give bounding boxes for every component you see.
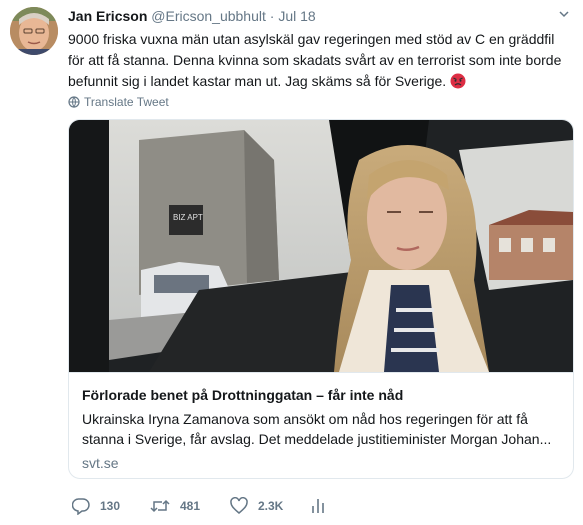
translate-label[interactable]: Translate Tweet <box>84 95 169 109</box>
card-body[interactable]: Förlorade benet på Drottninggatan – får … <box>69 372 573 478</box>
card-description: Ukrainska Iryna Zamanova som ansökt om n… <box>82 411 552 447</box>
globe-icon <box>68 96 80 108</box>
like-count: 2.3K <box>258 499 284 513</box>
link-card[interactable]: BIZ APT Förlorade benet på Drottninggata… <box>68 119 574 479</box>
author-name[interactable]: Jan Ericson <box>68 8 147 24</box>
reply-icon <box>72 498 90 515</box>
like-button[interactable]: 2.3K <box>230 496 283 516</box>
retweet-icon <box>150 499 170 513</box>
retweet-count: 481 <box>180 499 201 513</box>
tweet[interactable]: Jan Ericson @Ericson_ubbhult · Jul 18 90… <box>0 0 583 525</box>
card-title[interactable]: Förlorade benet på Drottninggatan – får … <box>82 387 403 403</box>
tweet-text: 9000 friska vuxna män utan asylskäl gav … <box>68 29 573 92</box>
tweet-header: Jan Ericson @Ericson_ubbhult · Jul 18 <box>68 7 316 25</box>
chevron-down-icon[interactable] <box>559 9 569 19</box>
card-domain: svt.se <box>82 455 119 471</box>
analytics-button[interactable] <box>310 496 336 516</box>
tweet-text-body: 9000 friska vuxna män utan asylskäl gav … <box>68 31 562 89</box>
avatar[interactable] <box>10 7 58 55</box>
separator-dot: · <box>269 8 275 24</box>
card-image[interactable]: BIZ APT <box>69 120 573 372</box>
author-handle[interactable]: @Ericson_ubbhult <box>151 8 266 24</box>
angry-face-icon <box>450 73 466 89</box>
reply-button[interactable]: 130 <box>72 496 120 516</box>
tweet-timestamp[interactable]: Jul 18 <box>278 8 315 24</box>
card-image-sign-text: BIZ APT <box>173 213 203 222</box>
like-icon <box>230 497 248 514</box>
analytics-icon <box>312 499 324 513</box>
tweet-actions: 130 481 2.3K <box>68 496 468 516</box>
reply-count: 130 <box>100 499 121 513</box>
translate-tweet-link[interactable]: Translate Tweet <box>68 94 169 110</box>
retweet-button[interactable]: 481 <box>150 496 200 516</box>
